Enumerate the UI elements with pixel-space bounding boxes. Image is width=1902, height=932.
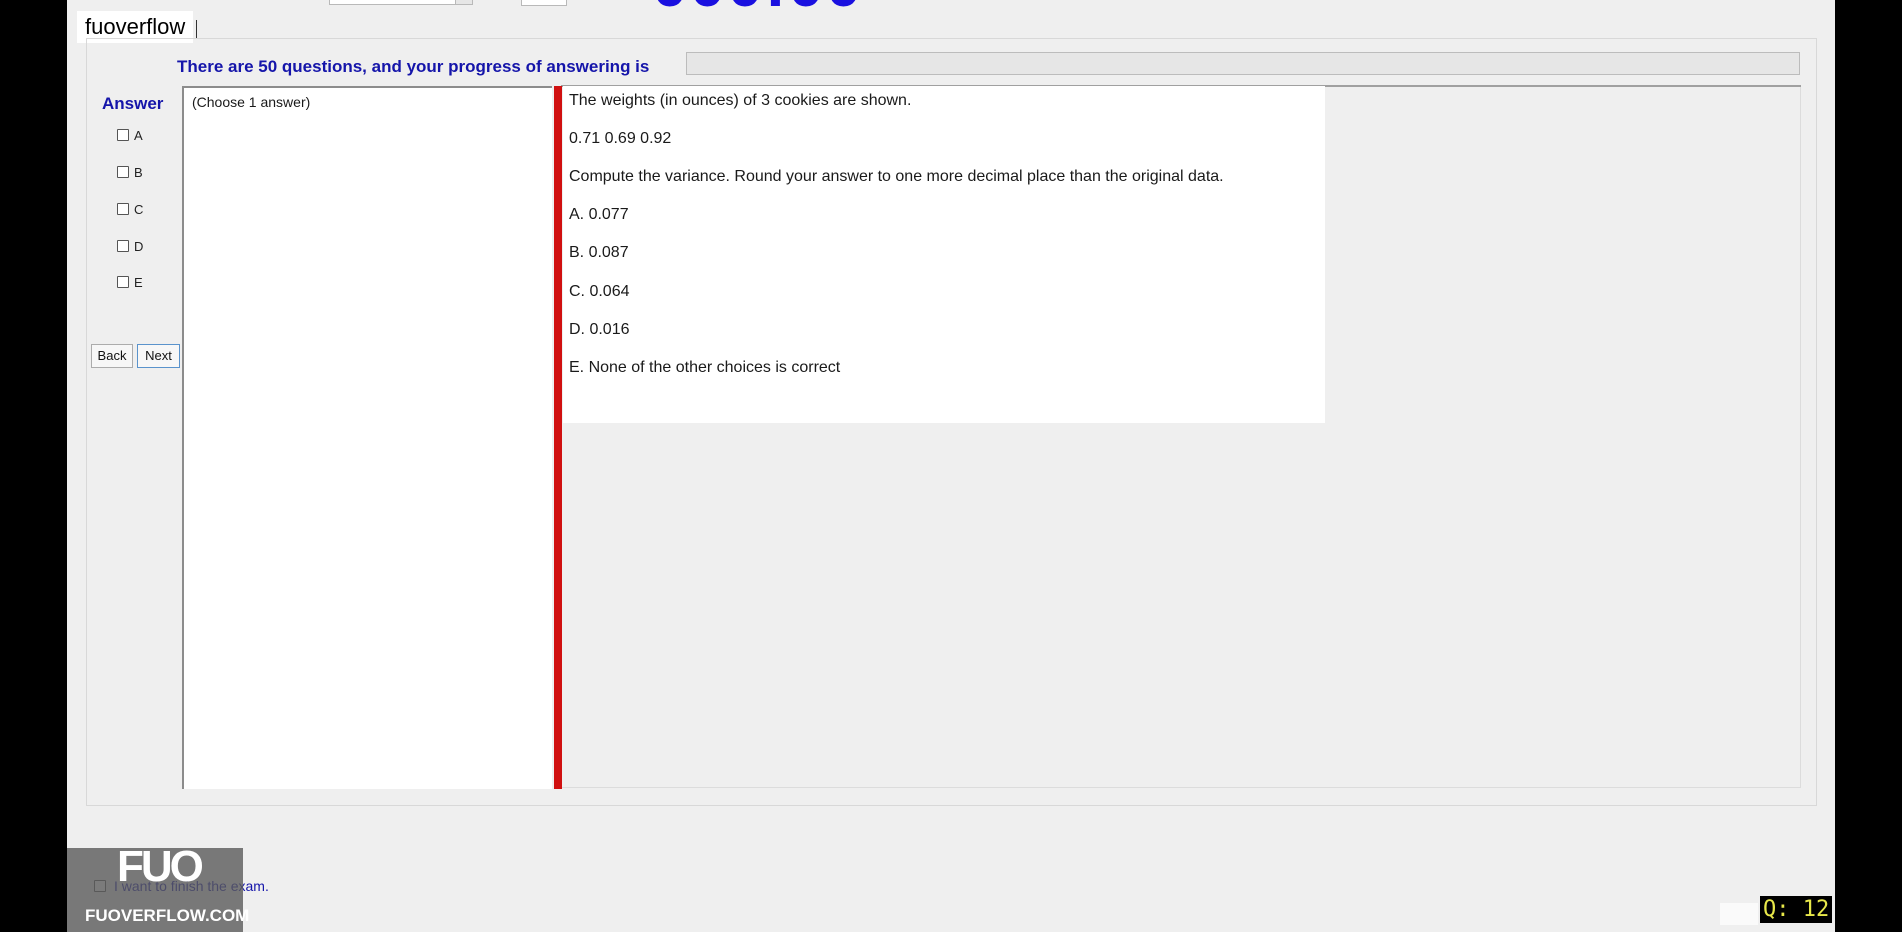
question-number-badge: Q: 12 bbox=[1760, 896, 1833, 923]
progress-bar bbox=[686, 52, 1800, 75]
answer-option-label: C bbox=[134, 201, 144, 217]
top-spin-box[interactable] bbox=[521, 0, 567, 6]
choose-hint: (Choose 1 answer) bbox=[192, 94, 311, 110]
answer-option-e[interactable]: E bbox=[117, 273, 143, 291]
checkbox[interactable] bbox=[117, 240, 129, 252]
next-button[interactable]: Next bbox=[137, 344, 180, 368]
question-data: 0.71 0.69 0.92 bbox=[569, 130, 672, 147]
answer-option-c[interactable]: C bbox=[117, 200, 143, 218]
choose-panel: (Choose 1 answer) bbox=[182, 86, 552, 789]
panel-splitter[interactable] bbox=[554, 86, 562, 789]
checkbox[interactable] bbox=[117, 129, 129, 141]
text-caret bbox=[196, 20, 197, 38]
answer-option-d[interactable]: D bbox=[117, 237, 143, 255]
exam-window: 000:00 fuoverflow There are 50 questions… bbox=[67, 0, 1835, 932]
answer-option-label: A bbox=[134, 127, 143, 143]
answer-option-label: D bbox=[134, 238, 144, 254]
question-instruction: Compute the variance. Round your answer … bbox=[569, 168, 1224, 185]
choice-e: E. None of the other choices is correct bbox=[569, 359, 841, 376]
answer-option-b[interactable]: B bbox=[117, 163, 143, 181]
question-stem: The weights (in ounces) of 3 cookies are… bbox=[569, 92, 912, 109]
checkbox[interactable] bbox=[117, 276, 129, 288]
answer-title: Answer bbox=[102, 94, 164, 113]
logo-site: FUOVERFLOW.COM bbox=[85, 906, 250, 925]
choice-d: D. 0.016 bbox=[569, 321, 630, 338]
chevron-down-icon[interactable] bbox=[455, 0, 472, 4]
choice-c: C. 0.064 bbox=[569, 283, 630, 300]
choice-b: B. 0.087 bbox=[569, 244, 629, 261]
fuoverflow-logo: FUO FUOVERFLOW.COM bbox=[67, 842, 249, 932]
answer-option-label: E bbox=[134, 274, 143, 290]
answer-option-a[interactable]: A bbox=[117, 126, 143, 144]
back-button[interactable]: Back bbox=[91, 344, 133, 368]
status-blank bbox=[1720, 903, 1758, 925]
checkbox[interactable] bbox=[117, 203, 129, 215]
question-content: The weights (in ounces) of 3 cookies are… bbox=[563, 86, 1325, 423]
countdown-timer: 000:00 bbox=[652, 0, 863, 16]
logo-mark: FUO bbox=[117, 842, 204, 891]
progress-label: There are 50 questions, and your progres… bbox=[177, 57, 650, 76]
top-combo-box[interactable] bbox=[329, 0, 473, 5]
answer-option-label: B bbox=[134, 164, 143, 180]
checkbox[interactable] bbox=[117, 166, 129, 178]
choice-a: A. 0.077 bbox=[569, 206, 629, 223]
